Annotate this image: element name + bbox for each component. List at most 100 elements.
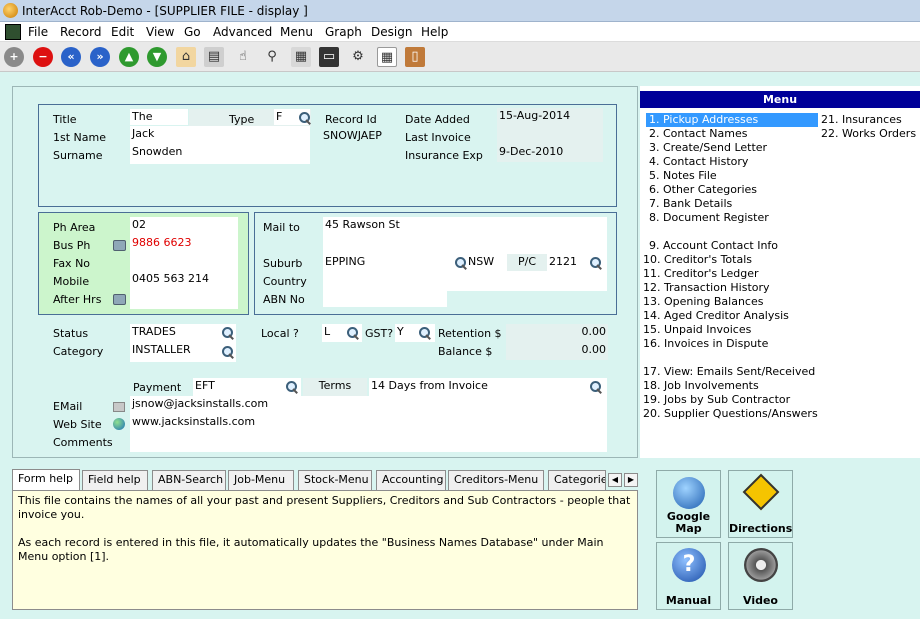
menu-help[interactable]: Help <box>421 25 448 39</box>
home-icon[interactable]: ⌂ <box>176 47 196 67</box>
balance-field: 0.00 <box>506 342 608 360</box>
system-menu-icon[interactable] <box>5 24 21 40</box>
type-lookup-icon[interactable] <box>298 111 312 125</box>
postcode-lookup-icon[interactable] <box>589 256 603 270</box>
mobile-field[interactable]: 0405 563 214 <box>132 272 209 285</box>
menu-item[interactable]: 19. Jobs by Sub Contractor <box>640 393 793 407</box>
menu-item[interactable]: 17. View: Emails Sent/Received <box>640 365 818 379</box>
menu-item[interactable]: 10. Creditor's Totals <box>640 253 755 267</box>
add-record-icon[interactable]: + <box>4 47 24 67</box>
print-icon[interactable]: ▤ <box>204 47 224 67</box>
mail-to-field[interactable]: 45 Rawson St <box>323 217 607 291</box>
menu-edit[interactable]: Edit <box>111 25 134 39</box>
tab-stock-menu[interactable]: Stock-Menu <box>298 470 372 490</box>
menu-item[interactable]: 8. Document Register <box>646 211 772 225</box>
monitor-icon[interactable]: ▭ <box>319 47 339 67</box>
menu-advanced[interactable]: Advanced <box>213 25 272 39</box>
manual-button[interactable]: ? Manual <box>656 542 721 610</box>
ph-area-field[interactable]: 02 <box>132 218 146 231</box>
menu-graph[interactable]: Graph <box>325 25 362 39</box>
menu-item[interactable]: 5. Notes File <box>646 169 720 183</box>
first-name-field[interactable]: Jack <box>130 126 310 144</box>
tab-scroll-right-icon[interactable]: ▶ <box>624 473 638 487</box>
terms-lookup-icon[interactable] <box>589 380 603 394</box>
tab-field-help[interactable]: Field help <box>82 470 148 490</box>
menu-record[interactable]: Record <box>60 25 101 39</box>
video-button[interactable]: Video <box>728 542 793 610</box>
retention-field: 0.00 <box>506 324 608 342</box>
bus-phone-icon[interactable] <box>113 240 126 251</box>
menu-item[interactable]: 9. Account Contact Info <box>646 239 781 253</box>
menu-item[interactable]: 22. Works Orders <box>818 127 919 141</box>
bus-ph-field[interactable]: 9886 6623 <box>132 236 192 249</box>
first-record-icon[interactable]: « <box>61 47 81 67</box>
tab-job-menu[interactable]: Job-Menu <box>228 470 294 490</box>
previous-record-icon[interactable]: ▲ <box>119 47 139 67</box>
menu-item[interactable]: 16. Invoices in Dispute <box>640 337 771 351</box>
menu-item[interactable]: 13. Opening Balances <box>640 295 766 309</box>
category-lookup-icon[interactable] <box>221 345 235 359</box>
after-hrs-phone-icon[interactable] <box>113 294 126 305</box>
abn-field[interactable] <box>323 291 447 307</box>
next-record-icon[interactable]: ▼ <box>147 47 167 67</box>
tab-scroll-left-icon[interactable]: ◀ <box>608 473 622 487</box>
mail-to-label: Mail to <box>263 221 300 234</box>
menu-item[interactable]: 1. Pickup Addresses <box>646 113 818 127</box>
menu-item[interactable]: 15. Unpaid Invoices <box>640 323 754 337</box>
tab-form-help[interactable]: Form help <box>12 469 80 491</box>
exit-door-icon[interactable]: ▯ <box>405 47 425 67</box>
google-map-button[interactable]: Google Map <box>656 470 721 538</box>
gst-label: GST? <box>365 327 394 340</box>
search-icon[interactable]: ⚲ <box>262 47 282 67</box>
suburb-lookup-icon[interactable] <box>454 256 468 270</box>
tab-categories[interactable]: Categorie <box>548 470 606 490</box>
surname-field[interactable]: Snowden <box>130 144 310 164</box>
window-close-icon[interactable] <box>880 2 894 16</box>
menu-design[interactable]: Design <box>371 25 412 39</box>
menu-go[interactable]: Go <box>184 25 201 39</box>
menu-item[interactable]: 6. Other Categories <box>646 183 760 197</box>
payment-lookup-icon[interactable] <box>285 380 299 394</box>
directions-sign-icon <box>742 473 780 511</box>
phone-group: Ph Area 02 Bus Ph 9886 6623 Fax No Mobil… <box>38 212 249 315</box>
state-value[interactable]: NSW <box>468 255 494 268</box>
website-field[interactable]: www.jacksinstalls.com <box>132 415 255 428</box>
menu-view[interactable]: View <box>146 25 174 39</box>
globe-icon[interactable] <box>113 418 125 430</box>
last-record-icon[interactable]: » <box>90 47 110 67</box>
menu-menu[interactable]: Menu <box>280 25 313 39</box>
menu-item[interactable]: 11. Creditor's Ledger <box>640 267 762 281</box>
email-field[interactable]: jsnow@jacksinstalls.com <box>132 397 268 410</box>
tab-creditors-menu[interactable]: Creditors-Menu <box>448 470 544 490</box>
terms-field[interactable]: 14 Days from Invoice <box>369 378 607 396</box>
menu-file[interactable]: File <box>28 25 48 39</box>
keyboard-icon[interactable]: ▦ <box>291 47 311 67</box>
suburb-value[interactable]: EPPING <box>325 255 365 268</box>
tab-accounting[interactable]: Accounting <box>376 470 446 490</box>
menu-item[interactable]: 3. Create/Send Letter <box>646 141 770 155</box>
status-lookup-icon[interactable] <box>221 326 235 340</box>
title-field[interactable]: The <box>130 109 188 125</box>
pointer-icon[interactable]: ☝ <box>233 47 253 67</box>
pc-value[interactable]: 2121 <box>549 255 577 268</box>
country-label: Country <box>263 275 307 288</box>
menu-item[interactable]: 2. Contact Names <box>646 127 750 141</box>
menu-item[interactable]: 20. Supplier Questions/Answers <box>640 407 821 421</box>
menu-header: Menu <box>640 91 920 108</box>
menu-item[interactable]: 12. Transaction History <box>640 281 773 295</box>
calendar-icon[interactable]: ▦ <box>377 47 397 67</box>
settings-gear-icon[interactable]: ⚙ <box>348 47 368 67</box>
menu-item[interactable]: 18. Job Involvements <box>640 379 762 393</box>
last-invoice-field <box>497 126 603 144</box>
email-label: EMail <box>53 400 83 413</box>
email-icon[interactable] <box>113 402 125 412</box>
local-lookup-icon[interactable] <box>346 326 360 340</box>
menu-item[interactable]: 21. Insurances <box>818 113 905 127</box>
delete-record-icon[interactable]: − <box>33 47 53 67</box>
menu-item[interactable]: 7. Bank Details <box>646 197 735 211</box>
menu-item[interactable]: 4. Contact History <box>646 155 751 169</box>
menu-item[interactable]: 14. Aged Creditor Analysis <box>640 309 792 323</box>
tab-abn-search[interactable]: ABN-Search <box>152 470 226 490</box>
gst-lookup-icon[interactable] <box>418 326 432 340</box>
directions-button[interactable]: Directions <box>728 470 793 538</box>
